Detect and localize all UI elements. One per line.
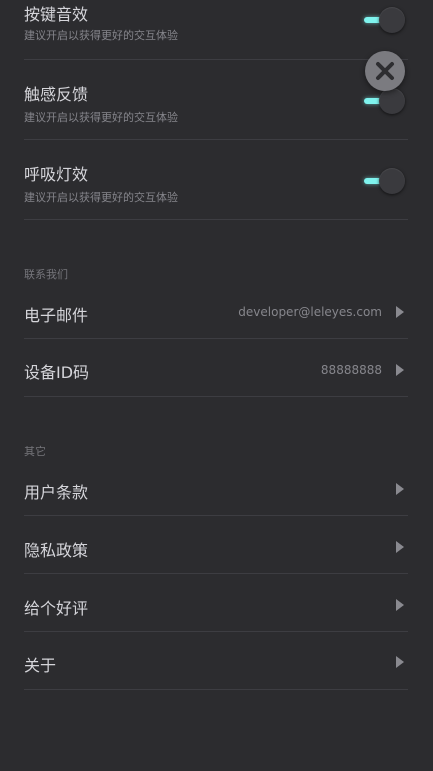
- toggle-row-breathing-light: 呼吸灯效 建议开启以获得更好的交互体验: [24, 159, 408, 220]
- breathing-light-subtitle: 建议开启以获得更好的交互体验: [24, 191, 178, 204]
- chevron-right-icon: [396, 599, 404, 611]
- nav-row-privacy[interactable]: 隐私政策: [24, 516, 408, 574]
- toggle-knob: [379, 88, 405, 114]
- chevron-right-icon: [396, 541, 404, 553]
- about-label: 关于: [24, 656, 57, 675]
- chevron-right-icon: [396, 656, 404, 668]
- device-id-value: 88888888: [320, 363, 382, 377]
- nav-row-device-id[interactable]: 设备ID码 88888888: [24, 339, 408, 397]
- toggle-row-haptic: 触感反馈 建议开启以获得更好的交互体验: [24, 79, 408, 140]
- nav-row-terms[interactable]: 用户条款: [24, 458, 408, 516]
- chevron-right-icon: [396, 364, 404, 376]
- other-section-header: 其它: [24, 445, 46, 458]
- nav-row-about[interactable]: 关于: [24, 632, 408, 690]
- settings-page: 按键音效 建议开启以获得更好的交互体验 触感反馈 建议开启以获得更好的交互体验 …: [0, 0, 433, 771]
- toggle-knob: [379, 168, 405, 194]
- email-label: 电子邮件: [24, 306, 89, 325]
- haptic-subtitle: 建议开启以获得更好的交互体验: [24, 111, 178, 124]
- privacy-label: 隐私政策: [24, 541, 89, 560]
- device-id-label: 设备ID码: [24, 363, 90, 382]
- haptic-title: 触感反馈: [24, 85, 89, 104]
- chevron-right-icon: [396, 483, 404, 495]
- haptic-toggle[interactable]: [362, 87, 408, 115]
- close-icon: [376, 62, 394, 80]
- rate-label: 给个好评: [24, 599, 89, 618]
- key-sound-toggle[interactable]: [362, 6, 408, 34]
- chevron-right-icon: [396, 306, 404, 318]
- key-sound-title: 按键音效: [24, 5, 89, 24]
- email-value: developer@leleyes.com: [238, 305, 382, 319]
- contact-section-header: 联系我们: [24, 268, 68, 281]
- terms-label: 用户条款: [24, 483, 89, 502]
- toggle-row-key-sound: 按键音效 建议开启以获得更好的交互体验: [24, 0, 408, 60]
- nav-row-email[interactable]: 电子邮件 developer@leleyes.com: [24, 281, 408, 339]
- close-button[interactable]: [365, 51, 405, 91]
- toggle-knob: [379, 7, 405, 33]
- breathing-light-toggle[interactable]: [362, 167, 408, 195]
- nav-row-rate[interactable]: 给个好评: [24, 574, 408, 632]
- breathing-light-title: 呼吸灯效: [24, 165, 89, 184]
- key-sound-subtitle: 建议开启以获得更好的交互体验: [24, 29, 178, 42]
